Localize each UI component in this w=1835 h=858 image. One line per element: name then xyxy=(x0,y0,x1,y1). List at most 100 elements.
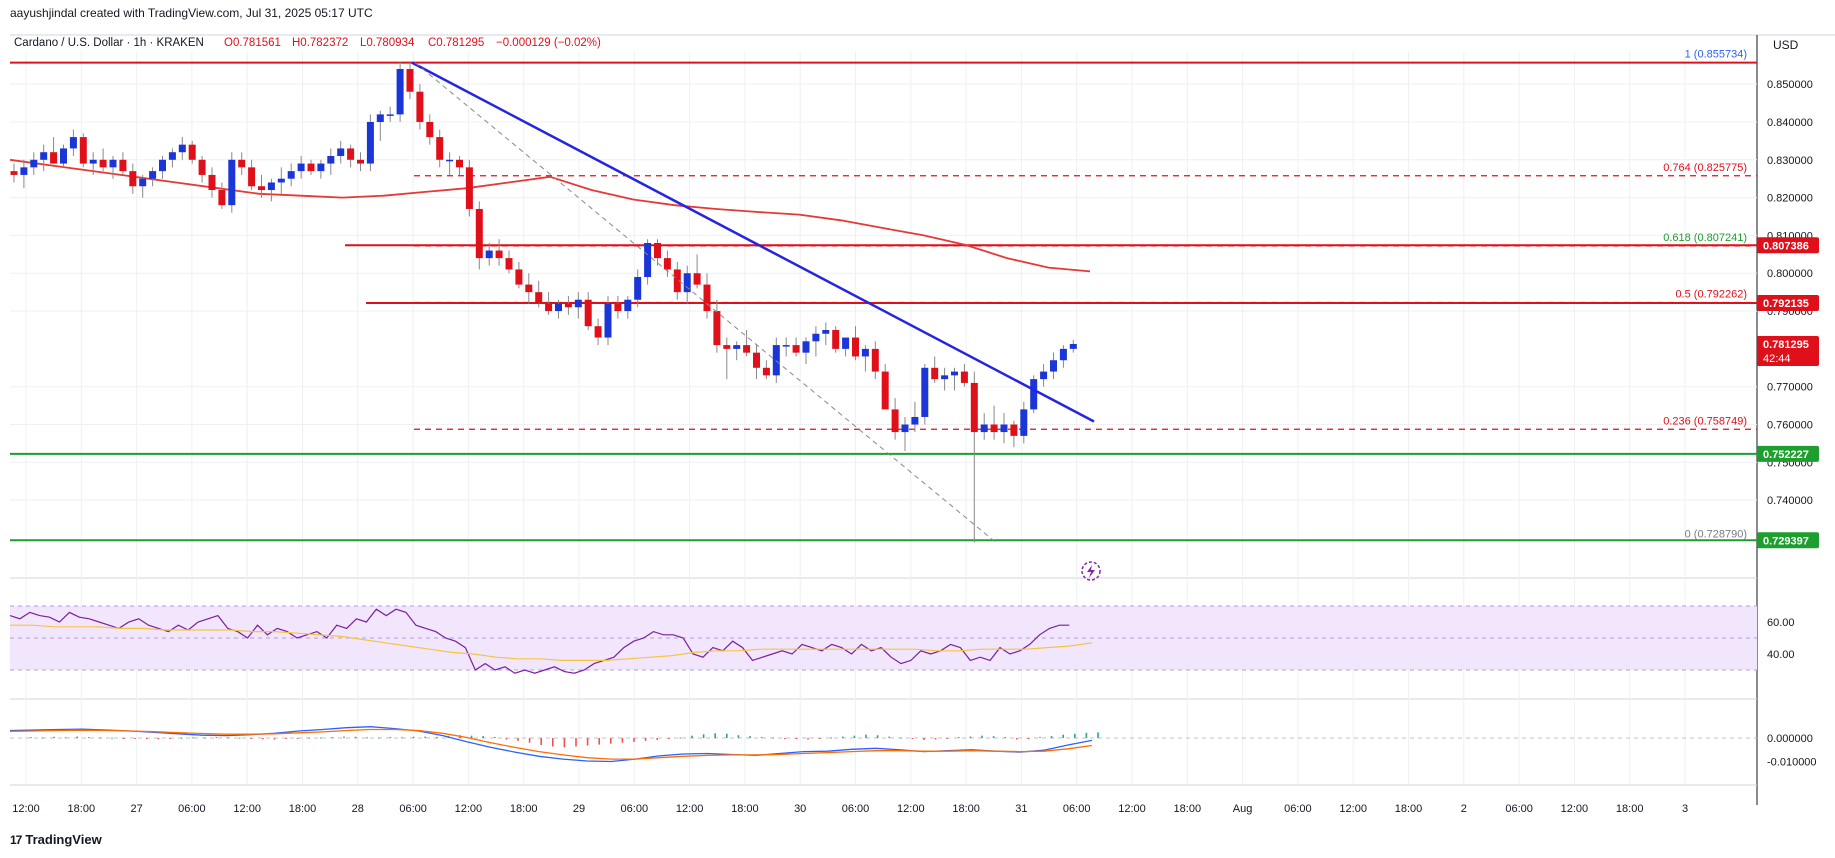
macd-hist-bar xyxy=(992,736,995,738)
candle-body xyxy=(228,159,236,206)
macd-hist-bar xyxy=(494,737,496,739)
fib-label: 0.5 (0.792262) xyxy=(1675,289,1747,301)
candle-body xyxy=(376,114,384,122)
macd-hist-bar xyxy=(934,738,937,740)
macd-hist-bar xyxy=(41,737,44,739)
macd-hist-bar xyxy=(737,735,740,738)
macd-hist-bar xyxy=(1027,738,1030,739)
candle-body xyxy=(168,152,176,160)
candle-body xyxy=(20,167,28,175)
legend-symbol: Cardano / U.S. Dollar · 1h · KRAKEN xyxy=(14,37,204,49)
macd-hist-bar xyxy=(134,738,136,739)
fib-label: 0.618 (0.807241) xyxy=(1663,232,1747,244)
price-chart[interactable]: 1 (0.855734) 0.764 (0.825775) 0.618 (0.807… xyxy=(0,0,1835,858)
macd-hist-bar xyxy=(401,737,403,739)
y-tick-label: 0.850000 xyxy=(1767,79,1813,91)
replay-icon[interactable] xyxy=(1081,561,1101,581)
macd-hist-bar xyxy=(830,737,832,739)
x-tick-label: 18:00 xyxy=(510,803,538,815)
candle xyxy=(416,84,424,130)
ma-line xyxy=(9,158,1091,273)
macd-hist-bar xyxy=(470,735,473,738)
y-tick-label: 0.830000 xyxy=(1767,155,1813,167)
macd-hist-bar xyxy=(308,737,310,739)
x-tick-label: 12:00 xyxy=(455,803,483,815)
x-tick-label: 18:00 xyxy=(289,803,317,815)
macd-hist-bar xyxy=(598,738,600,745)
candle-body xyxy=(881,371,889,410)
candle xyxy=(693,254,701,289)
candle-body xyxy=(60,148,67,164)
moving-average xyxy=(9,158,1091,273)
rsi-tick-label: 40.00 xyxy=(1767,649,1795,661)
macd-hist-bar xyxy=(354,736,357,738)
candle xyxy=(50,137,58,164)
candle-body xyxy=(1010,424,1018,436)
fib-label: 0.236 (0.758749) xyxy=(1663,415,1747,427)
x-tick-label: 27 xyxy=(130,803,142,815)
x-tick-label: 18:00 xyxy=(68,803,96,815)
macd-hist-bar xyxy=(378,737,380,739)
macd-hist-bar xyxy=(760,737,763,739)
x-tick-label: 12:00 xyxy=(233,803,261,815)
macd-hist-bar xyxy=(250,738,252,739)
candle xyxy=(119,152,127,175)
price-tag-label: 0.792135 xyxy=(1763,298,1809,310)
candle xyxy=(238,152,246,175)
candle xyxy=(10,163,18,183)
candle-body xyxy=(248,167,256,187)
currency-label[interactable]: USD xyxy=(1773,38,1799,52)
candle xyxy=(287,163,295,187)
rsi-tick-label: 60.00 xyxy=(1767,617,1795,629)
x-tick-label: 06:00 xyxy=(1284,803,1312,815)
candle-body xyxy=(307,163,315,172)
macd-hist-bar xyxy=(865,734,867,738)
candles xyxy=(10,61,1077,543)
candle-body xyxy=(792,345,800,353)
macd-hist-bar xyxy=(99,737,102,739)
fib-label: 0.764 (0.825775) xyxy=(1663,162,1747,174)
y-tick-label: 0.760000 xyxy=(1767,420,1813,432)
candle xyxy=(703,273,711,319)
macd-pane xyxy=(9,726,1757,763)
x-tick-label: 12:00 xyxy=(12,803,40,815)
macd-hist-bar xyxy=(343,736,345,738)
candle-body xyxy=(891,409,899,433)
candle xyxy=(911,401,919,433)
candle-body xyxy=(149,171,157,179)
candle xyxy=(1010,420,1018,448)
candle-body xyxy=(465,167,473,209)
candle xyxy=(406,62,414,100)
candle-body xyxy=(40,152,48,160)
candle xyxy=(376,110,384,141)
candle-body xyxy=(1030,379,1038,410)
candle-body xyxy=(852,337,859,357)
x-tick-label: 29 xyxy=(573,803,585,815)
candle xyxy=(881,364,889,410)
candle xyxy=(594,318,602,346)
macd-hist-bar xyxy=(644,738,647,741)
price-tag-label: 0.752227 xyxy=(1763,449,1809,461)
candle-body xyxy=(802,341,810,353)
candle xyxy=(69,129,77,157)
macd-hist-bar xyxy=(53,736,55,738)
candle xyxy=(970,371,978,543)
candle xyxy=(277,167,285,194)
candle xyxy=(1030,375,1038,414)
macd-hist-bar xyxy=(1074,733,1076,738)
x-tick-label: 18:00 xyxy=(1616,803,1644,815)
macd-hist-bar xyxy=(969,736,972,738)
macd-hist-bar xyxy=(540,738,542,746)
x-tick-label: 2 xyxy=(1461,803,1467,815)
x-tick-label: 12:00 xyxy=(1561,803,1589,815)
candle xyxy=(178,137,186,160)
macd-hist-bar xyxy=(273,738,276,740)
candle xyxy=(465,159,473,217)
axes: 0.8500000.8400000.8300000.8200000.810000… xyxy=(12,79,1819,815)
x-tick-label: 06:00 xyxy=(399,803,427,815)
candle-body xyxy=(475,208,483,259)
candle-body xyxy=(436,137,444,160)
macd-tick-label: -0.010000 xyxy=(1767,757,1817,769)
candle-body xyxy=(30,159,38,168)
candle xyxy=(396,61,404,122)
